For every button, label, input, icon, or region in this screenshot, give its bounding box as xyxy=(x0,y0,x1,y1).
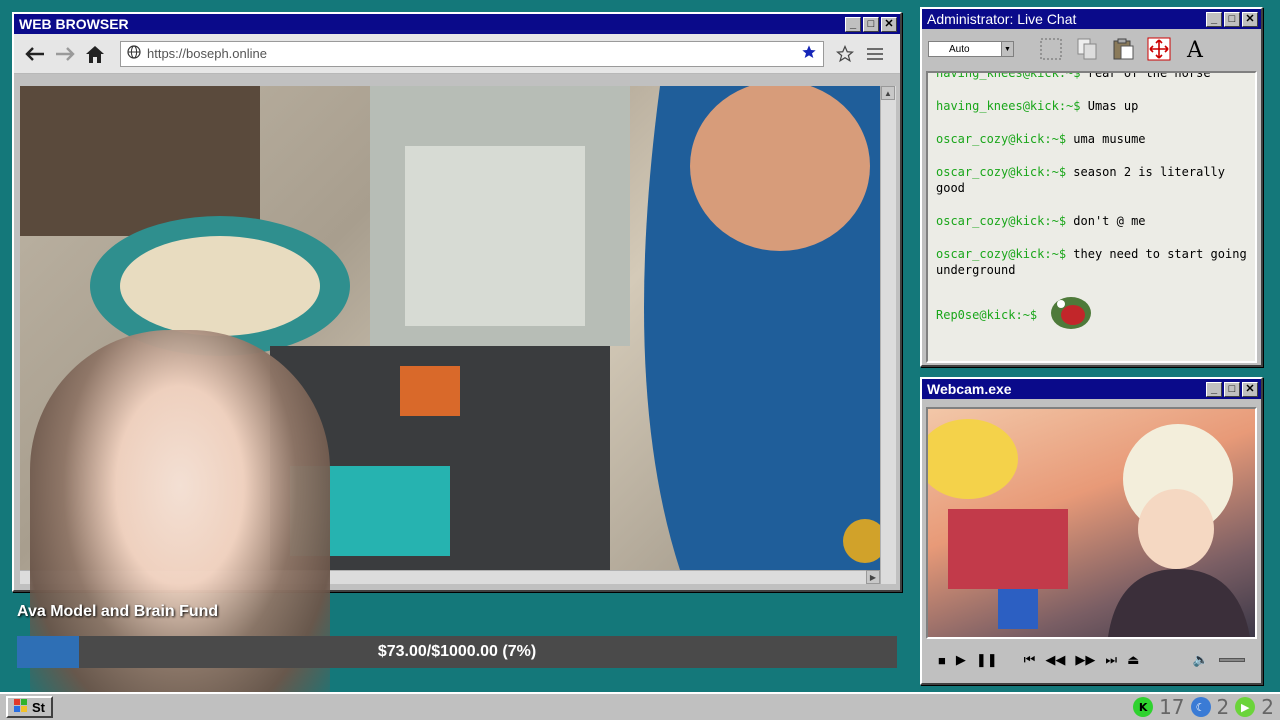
moon-icon[interactable]: ☾ xyxy=(1190,697,1211,717)
media-player-controls: ■ ▶ ❚❚ ⏮ ◀◀ ▶▶ ⏭ ⏏ 🔈 xyxy=(926,645,1257,675)
kick-icon[interactable]: K xyxy=(1133,697,1154,717)
start-button[interactable]: St xyxy=(6,696,53,718)
volume-slider[interactable] xyxy=(1219,658,1245,662)
chat-messages[interactable]: having_knees@kick:~$ rear of the horse h… xyxy=(926,71,1257,363)
menu-icon[interactable] xyxy=(862,41,888,67)
scroll-up-icon[interactable]: ▲ xyxy=(881,86,895,100)
close-button[interactable]: ✕ xyxy=(1242,381,1258,397)
paste-icon[interactable] xyxy=(1108,34,1138,64)
chat-titlebar[interactable]: Administrator: Live Chat _ □ ✕ xyxy=(922,9,1261,29)
chat-username: oscar_cozy@kick:~$ xyxy=(936,165,1067,179)
chat-text: rear of the horse xyxy=(1087,71,1211,80)
chat-username: oscar_cozy@kick:~$ xyxy=(936,132,1067,146)
scroll-right-icon[interactable]: ▶ xyxy=(866,570,880,584)
skip-back-icon[interactable]: ⏮ xyxy=(1024,652,1036,668)
webcam-feed xyxy=(918,407,1257,639)
emote-icon xyxy=(1049,295,1093,335)
font-select[interactable]: Auto ▼ xyxy=(928,41,1014,57)
copy-icon[interactable] xyxy=(1072,34,1102,64)
chat-title: Administrator: Live Chat xyxy=(927,11,1077,27)
select-rect-icon[interactable] xyxy=(1036,34,1066,64)
back-arrow-icon[interactable] xyxy=(22,41,48,67)
close-button[interactable]: ✕ xyxy=(881,16,897,32)
font-select-value: Auto xyxy=(949,43,970,55)
fund-title: Ava Model and Brain Fund xyxy=(17,603,219,620)
webcam-window: Webcam.exe _ □ ✕ ■ ▶ ❚❚ ⏮ ◀◀ ▶▶ ⏭ ⏏ 🔈 xyxy=(918,377,1263,685)
play-icon[interactable]: ▶ xyxy=(956,652,966,668)
play-count: 2 xyxy=(1261,695,1274,719)
chat-username: having_knees@kick:~$ xyxy=(936,71,1081,80)
webcam-title: Webcam.exe xyxy=(927,381,1012,397)
kick-count: 17 xyxy=(1159,695,1185,719)
webcam-image xyxy=(918,419,1250,637)
browser-toolbar: https://boseph.online xyxy=(14,34,900,74)
chat-message: Rep0se@kick:~$ xyxy=(936,295,1247,335)
text-tool-icon[interactable]: A xyxy=(1180,34,1210,64)
maximize-button[interactable]: □ xyxy=(1224,11,1240,27)
browser-title: WEB BROWSER xyxy=(19,16,129,32)
chat-toolbar: Auto ▼ A xyxy=(922,29,1261,69)
chat-text: Umas up xyxy=(1087,99,1139,113)
fast-forward-icon[interactable]: ▶▶ xyxy=(1075,652,1095,668)
svg-text:A: A xyxy=(1186,38,1204,61)
chat-message: having_knees@kick:~$ Umas up xyxy=(936,98,1247,114)
system-tray: K 17 ☾ 2 ▶ 2 xyxy=(1133,695,1274,719)
fund-progress-bar: $73.00/$1000.00 (7%) xyxy=(17,636,897,668)
chat-username: oscar_cozy@kick:~$ xyxy=(936,247,1067,261)
maximize-button[interactable]: □ xyxy=(1224,381,1240,397)
chat-text: don't @ me xyxy=(1073,214,1146,228)
moon-count: 2 xyxy=(1216,695,1230,719)
minimize-button[interactable]: _ xyxy=(845,16,861,32)
live-chat-window: Administrator: Live Chat _ □ ✕ Auto ▼ A … xyxy=(920,7,1263,367)
chat-message: oscar_cozy@kick:~$ they need to start go… xyxy=(936,246,1247,278)
skip-forward-icon[interactable]: ⏭ xyxy=(1105,652,1117,668)
url-text: https://boseph.online xyxy=(147,46,267,61)
eject-icon[interactable]: ⏏ xyxy=(1127,652,1139,668)
chat-username: oscar_cozy@kick:~$ xyxy=(936,214,1067,228)
windows-logo-icon xyxy=(14,698,28,716)
forward-arrow-icon[interactable] xyxy=(52,41,78,67)
maximize-button[interactable]: □ xyxy=(863,16,879,32)
taskbar: St K 17 ☾ 2 ▶ 2 xyxy=(0,692,1280,720)
chat-message: oscar_cozy@kick:~$ season 2 is literally… xyxy=(936,164,1247,196)
minimize-button[interactable]: _ xyxy=(1206,381,1222,397)
vertical-scrollbar[interactable]: ▲ xyxy=(880,86,896,584)
chat-message: oscar_cozy@kick:~$ don't @ me xyxy=(936,213,1247,229)
webcam-titlebar[interactable]: Webcam.exe _ □ ✕ xyxy=(922,379,1261,399)
move-icon[interactable] xyxy=(1144,34,1174,64)
chevron-down-icon: ▼ xyxy=(1001,42,1013,56)
chat-text: uma musume xyxy=(1073,132,1146,146)
chat-username: having_knees@kick:~$ xyxy=(936,99,1081,113)
play-icon[interactable]: ▶ xyxy=(1235,697,1256,717)
home-icon[interactable] xyxy=(82,41,108,67)
star-outline-icon[interactable] xyxy=(832,41,858,67)
rewind-icon[interactable]: ◀◀ xyxy=(1045,652,1065,668)
chat-message: oscar_cozy@kick:~$ uma musume xyxy=(936,131,1247,147)
close-button[interactable]: ✕ xyxy=(1242,11,1258,27)
stop-icon[interactable]: ■ xyxy=(938,653,946,668)
chat-message: having_knees@kick:~$ rear of the horse xyxy=(936,71,1247,81)
browser-titlebar[interactable]: WEB BROWSER _ □ ✕ xyxy=(14,14,900,34)
volume-icon[interactable]: 🔈 xyxy=(1193,652,1209,668)
pause-icon[interactable]: ❚❚ xyxy=(976,652,998,668)
globe-icon xyxy=(127,45,141,62)
fund-progress-text: $73.00/$1000.00 (7%) xyxy=(377,643,537,660)
minimize-button[interactable]: _ xyxy=(1206,11,1222,27)
chat-username: Rep0se@kick:~$ xyxy=(936,308,1038,322)
address-bar[interactable]: https://boseph.online xyxy=(120,40,824,67)
start-label: St xyxy=(32,699,45,715)
bookmarked-star-icon[interactable] xyxy=(801,44,817,63)
